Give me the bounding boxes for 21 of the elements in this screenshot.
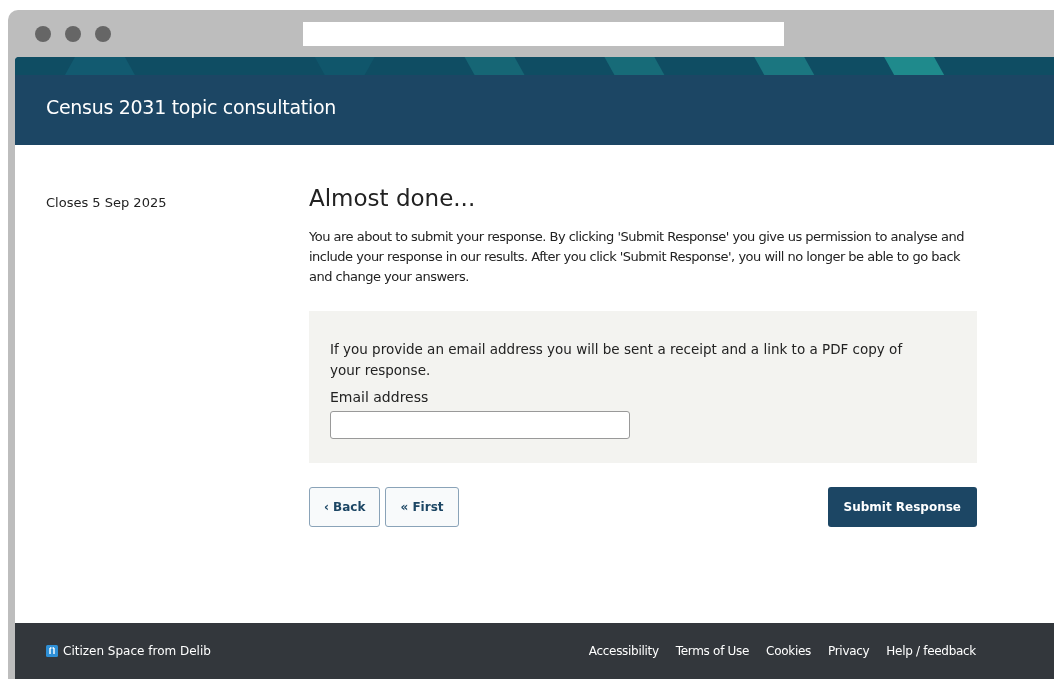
footer-link[interactable]: Cookies xyxy=(766,644,811,658)
email-label: Email address xyxy=(330,389,430,405)
footer-link[interactable]: Accessibility xyxy=(588,644,659,658)
window-dot[interactable] xyxy=(95,25,111,42)
heading: Almost done... xyxy=(309,185,477,211)
email-note: If you provide an email address you will be sent a receipt and a link to a PDF copy of your response. xyxy=(330,340,904,380)
address-bar[interactable] xyxy=(303,21,784,46)
window-dot[interactable] xyxy=(35,25,51,42)
closing-date: Closes 5 Sep 2025 xyxy=(46,195,167,210)
nav-button[interactable]: ‹ Back xyxy=(309,487,381,527)
nav-button[interactable]: « First xyxy=(385,487,459,527)
window-dot[interactable] xyxy=(65,25,81,42)
footer-link[interactable]: Help / feedback xyxy=(886,644,976,658)
footer-link[interactable]: Terms of Use xyxy=(675,644,750,658)
page-title: Census 2031 topic consultation xyxy=(45,95,337,118)
brand-name: Citizen Space from Delib xyxy=(63,644,211,658)
logo-icon xyxy=(46,645,58,657)
submit-button[interactable]: Submit Response xyxy=(827,487,977,527)
footer-link[interactable]: Privacy xyxy=(828,644,870,658)
intro-text: You are about to submit your response. By clicking 'Submit Response' you give us permission to analyse and include your response in our results. After you click 'Submit Response', you will no longer be able to go back and change your answers. xyxy=(309,228,965,286)
email-field[interactable] xyxy=(330,411,630,439)
